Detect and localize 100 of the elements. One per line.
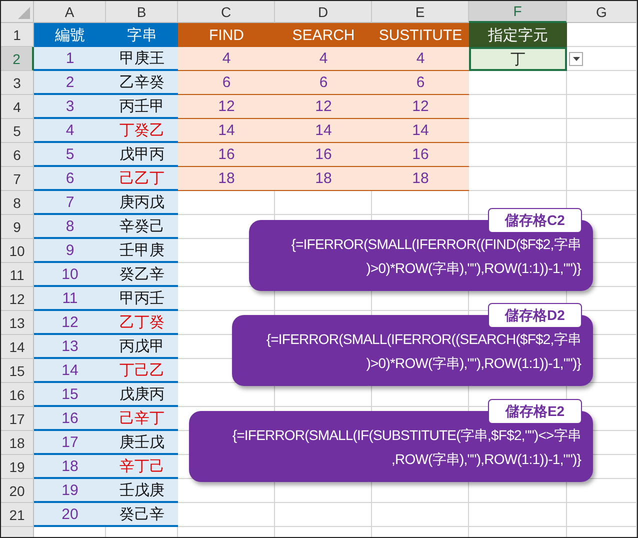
select-all-icon [18, 7, 30, 19]
header-cell: 指定字元 [469, 23, 567, 47]
table-cell: 18 [34, 455, 106, 479]
table-cell: 6 [178, 71, 275, 95]
select-all-corner[interactable] [1, 1, 34, 23]
table-cell: 辛丁己 [106, 455, 178, 479]
table-cell: 甲庚王 [106, 47, 178, 71]
table-cell: 壬戊庚 [106, 479, 178, 503]
table-cell: 3 [34, 95, 106, 119]
row-header[interactable]: 16 [1, 383, 34, 407]
table-cell: 9 [34, 239, 106, 263]
table-cell: 乙丁癸 [106, 311, 178, 335]
empty-cell[interactable] [567, 95, 637, 119]
column-header[interactable]: D [275, 1, 372, 23]
row-header[interactable]: 13 [1, 311, 34, 335]
table-cell: 16 [372, 143, 469, 167]
row-header[interactable]: 9 [1, 215, 34, 239]
table-cell: 4 [178, 47, 275, 71]
formula-text: {=IFERROR(SMALL(IF(SUBSTITUTE(字串,$F$2,"")<>字串 [231, 426, 581, 445]
column-header[interactable]: C [178, 1, 275, 23]
column-header[interactable]: A [34, 1, 106, 23]
table-cell: 20 [34, 503, 106, 527]
selected-cell[interactable]: 丁 [469, 47, 567, 71]
table-cell: 12 [372, 95, 469, 119]
row-header[interactable]: 11 [1, 263, 34, 287]
empty-cell[interactable] [567, 71, 637, 95]
table-cell: 18 [178, 167, 275, 191]
table-cell: 16 [34, 407, 106, 431]
table-cell: 庚壬戊 [106, 431, 178, 455]
empty-cell[interactable] [567, 143, 637, 167]
empty-cell[interactable] [275, 503, 372, 527]
formula-text: {=IFERROR(SMALL(IFERROR((FIND($F$2,字串 [290, 235, 581, 254]
table-cell: 12 [34, 311, 106, 335]
formula-text: )>0)*ROW(字串),""),ROW(1:1))-1,"")} [365, 259, 581, 278]
row-header[interactable]: 20 [1, 479, 34, 503]
table-cell: 2 [34, 71, 106, 95]
row-header[interactable]: 17 [1, 407, 34, 431]
table-cell: 10 [34, 263, 106, 287]
row-header[interactable]: 18 [1, 431, 34, 455]
row-header[interactable]: 1 [1, 23, 34, 47]
table-cell: 戊庚丙 [106, 383, 178, 407]
column-header[interactable]: E [372, 1, 469, 23]
row-header[interactable]: 15 [1, 359, 34, 383]
empty-cell[interactable] [567, 167, 637, 191]
header-cell: 編號 [34, 23, 106, 47]
table-cell: 4 [34, 119, 106, 143]
table-cell: 6 [275, 71, 372, 95]
table-cell: 16 [275, 143, 372, 167]
empty-cell[interactable] [372, 191, 469, 215]
table-cell: 癸己辛 [106, 503, 178, 527]
formula-text: ,ROW(字串),""),ROW(1:1))-1,"")} [390, 450, 581, 469]
table-cell: 戊甲丙 [106, 143, 178, 167]
table-cell: 7 [34, 191, 106, 215]
empty-cell[interactable] [469, 503, 567, 527]
table-cell: 6 [34, 167, 106, 191]
table-cell: 14 [275, 119, 372, 143]
table-cell: 丙戊甲 [106, 335, 178, 359]
table-cell: 乙辛癸 [106, 71, 178, 95]
column-header[interactable]: F [469, 1, 567, 23]
header-cell: SUSTITUTE [372, 23, 469, 47]
table-cell: 辛癸己 [106, 215, 178, 239]
row-header[interactable]: 4 [1, 95, 34, 119]
formula-text: )>0)*ROW(字串),""),ROW(1:1))-1,"")} [365, 354, 581, 373]
row-header[interactable]: 5 [1, 119, 34, 143]
empty-cell[interactable] [275, 191, 372, 215]
row-header[interactable]: 6 [1, 143, 34, 167]
table-cell: 癸乙辛 [106, 263, 178, 287]
header-cell: FIND [178, 23, 275, 47]
empty-cell[interactable] [372, 503, 469, 527]
dropdown-button[interactable] [569, 52, 583, 66]
row-header[interactable]: 2 [1, 47, 34, 71]
table-cell: 4 [372, 47, 469, 71]
row-header[interactable]: 3 [1, 71, 34, 95]
row-header[interactable]: 12 [1, 287, 34, 311]
row-header[interactable]: 7 [1, 167, 34, 191]
table-cell: 14 [372, 119, 469, 143]
table-cell: 甲丙壬 [106, 287, 178, 311]
table-cell: 庚丙戊 [106, 191, 178, 215]
table-cell: 12 [275, 95, 372, 119]
column-header[interactable]: G [567, 1, 637, 23]
table-cell: 1 [34, 47, 106, 71]
cell-label-tooltip: 儲存格E2 [488, 399, 582, 424]
table-cell: 18 [372, 167, 469, 191]
row-header[interactable]: 8 [1, 191, 34, 215]
cell-label-tooltip: 儲存格C2 [488, 208, 582, 233]
table-cell: 19 [34, 479, 106, 503]
column-header[interactable]: B [106, 1, 178, 23]
table-cell: 丁己乙 [106, 359, 178, 383]
table-cell: 4 [275, 47, 372, 71]
table-cell: 己辛丁 [106, 407, 178, 431]
empty-cell[interactable] [567, 119, 637, 143]
row-header[interactable]: 10 [1, 239, 34, 263]
row-header[interactable]: 19 [1, 455, 34, 479]
row-header[interactable]: 21 [1, 503, 34, 527]
table-cell: 6 [372, 71, 469, 95]
empty-cell[interactable] [567, 503, 637, 527]
table-cell: 12 [178, 95, 275, 119]
formula-text: {=IFERROR(SMALL(IFERROR((SEARCH($F$2,字串 [265, 330, 581, 349]
row-header[interactable]: 14 [1, 335, 34, 359]
table-cell: 丙壬甲 [106, 95, 178, 119]
